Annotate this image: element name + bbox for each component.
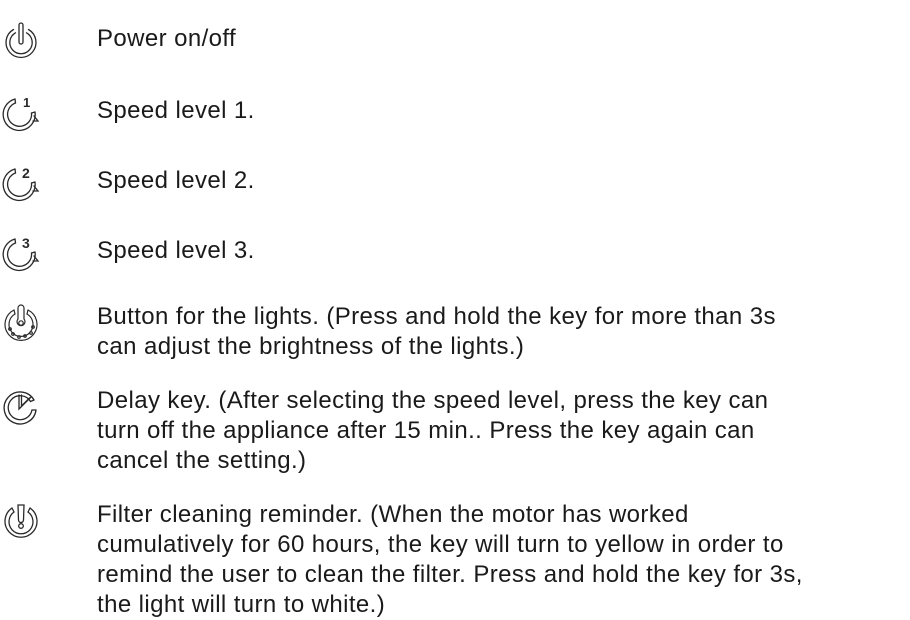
speed-1-icon: 1 (0, 92, 42, 134)
svg-text:3: 3 (22, 235, 30, 251)
filter-icon (0, 500, 42, 542)
item-text: Filter cleaning reminder. (When the moto… (97, 501, 803, 618)
power-icon (0, 20, 42, 62)
item-text: Power on/off (97, 25, 237, 52)
item-text: Speed level 3. (97, 237, 255, 264)
svg-text:2: 2 (22, 165, 30, 181)
speed-3-icon: 3 (0, 232, 42, 274)
speed-2-icon: 2 (0, 162, 42, 204)
item-text: Delay key. (After selecting the speed le… (97, 387, 769, 474)
svg-text:1: 1 (23, 95, 30, 110)
timer-icon (0, 386, 42, 428)
item-text: Speed level 2. (97, 167, 255, 194)
light-bulb-icon (0, 302, 42, 344)
item-text: Button for the lights. (Press and hold t… (97, 303, 776, 360)
item-text: Speed level 1. (97, 97, 255, 124)
